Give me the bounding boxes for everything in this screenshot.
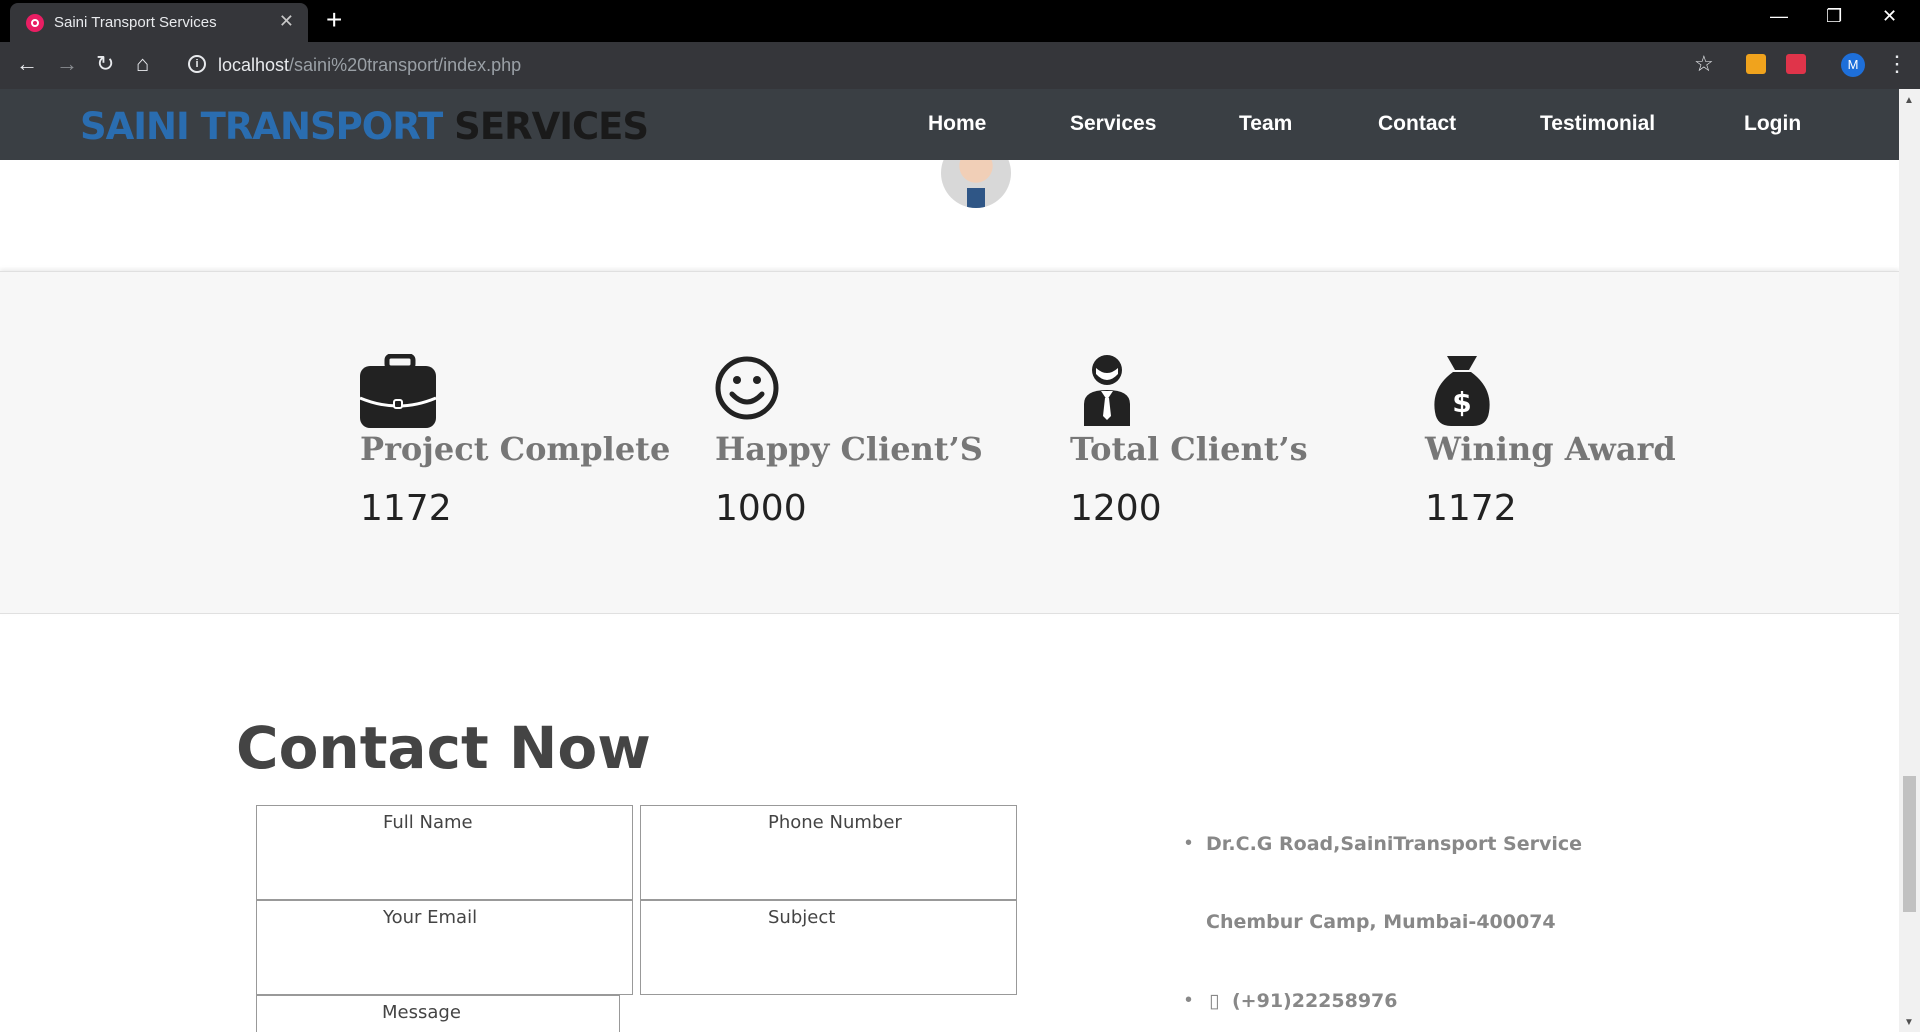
message-field[interactable]: Message (256, 995, 620, 1032)
tab-title: Saini Transport Services (54, 14, 217, 31)
scroll-up-arrow-icon[interactable]: ▲ (1904, 95, 1914, 106)
stat-title: Total Client’s (1070, 430, 1308, 468)
reload-icon[interactable]: ↻ (96, 51, 114, 77)
browser-toolbar: ← → ↻ ⌂ i localhost/saini%20transport/in… (0, 42, 1920, 89)
close-tab-icon[interactable]: ✕ (279, 11, 294, 32)
browser-tab[interactable]: Saini Transport Services ✕ (10, 3, 308, 42)
nav-team[interactable]: Team (1239, 112, 1292, 136)
stat-title: Wining Award (1425, 430, 1676, 468)
nav-services[interactable]: Services (1070, 112, 1156, 136)
full-name-field[interactable]: Full Name (256, 805, 633, 900)
phone-number-field[interactable]: Phone Number (640, 805, 1017, 900)
back-icon[interactable]: ← (16, 51, 38, 77)
site-logo[interactable]: SAINI TRANSPORT SERVICES (80, 105, 649, 148)
stat-value: 1172 (1425, 488, 1517, 529)
address-bar[interactable]: i localhost/saini%20transport/index.php (182, 49, 1702, 83)
nav-testimonial[interactable]: Testimonial (1540, 112, 1655, 136)
pocket-extension-icon[interactable] (1786, 54, 1806, 74)
home-icon[interactable]: ⌂ (136, 51, 149, 77)
bookmark-star-icon[interactable]: ☆ (1694, 51, 1714, 77)
close-window-icon[interactable]: ✕ (1882, 6, 1897, 27)
site-navbar: SAINI TRANSPORT SERVICES Home Services T… (0, 89, 1899, 160)
subject-field[interactable]: Subject (640, 900, 1017, 995)
nav-home[interactable]: Home (928, 112, 986, 136)
profile-avatar[interactable]: M (1841, 53, 1865, 77)
site-favicon-icon (26, 14, 44, 32)
nav-contact[interactable]: Contact (1378, 112, 1456, 136)
stat-value: 1200 (1070, 488, 1162, 529)
browser-tab-bar: Saini Transport Services ✕ + — ❐ ✕ (0, 0, 1920, 42)
menu-icon[interactable]: ⋮ (1886, 51, 1908, 77)
money-bag-icon: $ (1434, 356, 1490, 426)
address-line-2: Chembur Camp, Mumbai-400074 (1206, 911, 1556, 933)
contact-phone: (+91)22258976 (1232, 990, 1398, 1012)
site-info-icon[interactable]: i (188, 55, 206, 73)
page-scrollbar[interactable]: ▲ ▼ (1899, 89, 1920, 1032)
stat-awards: $ Wining Award 1172 (1425, 354, 1676, 529)
extension-icon[interactable] (1746, 54, 1766, 74)
minimize-icon[interactable]: — (1770, 6, 1788, 27)
scroll-thumb[interactable] (1903, 776, 1916, 912)
nav-login[interactable]: Login (1744, 112, 1801, 136)
business-person-icon (1084, 355, 1130, 426)
contact-heading: Contact Now (236, 714, 651, 782)
stat-value: 1000 (715, 488, 807, 529)
page-viewport: SAINI TRANSPORT SERVICES Home Services T… (0, 89, 1899, 1032)
stat-projects: Project Complete 1172 (359, 353, 670, 529)
stat-happy-clients: Happy Client’S 1000 (715, 354, 983, 529)
stat-total-clients: Total Client’s 1200 (1070, 354, 1308, 529)
stat-title: Happy Client’S (715, 430, 983, 468)
new-tab-icon[interactable]: + (326, 4, 342, 36)
stats-section: Project Complete 1172 Happy Client’S 100… (0, 271, 1899, 614)
svg-text:$: $ (1452, 386, 1471, 419)
url-text[interactable]: localhost/saini%20transport/index.php (218, 55, 521, 76)
stat-title: Project Complete (360, 430, 671, 468)
smiley-icon (715, 356, 779, 420)
email-field[interactable]: Your Email (256, 900, 633, 995)
scroll-down-arrow-icon[interactable]: ▼ (1904, 1017, 1914, 1028)
mobile-phone-icon: ▯ (1209, 990, 1220, 1012)
restore-icon[interactable]: ❐ (1826, 6, 1842, 27)
stat-value: 1172 (360, 488, 452, 529)
briefcase-icon (359, 353, 437, 428)
forward-icon[interactable]: → (56, 51, 78, 77)
address-line-1: Dr.C.G Road,SainiTransport Service (1206, 833, 1583, 855)
